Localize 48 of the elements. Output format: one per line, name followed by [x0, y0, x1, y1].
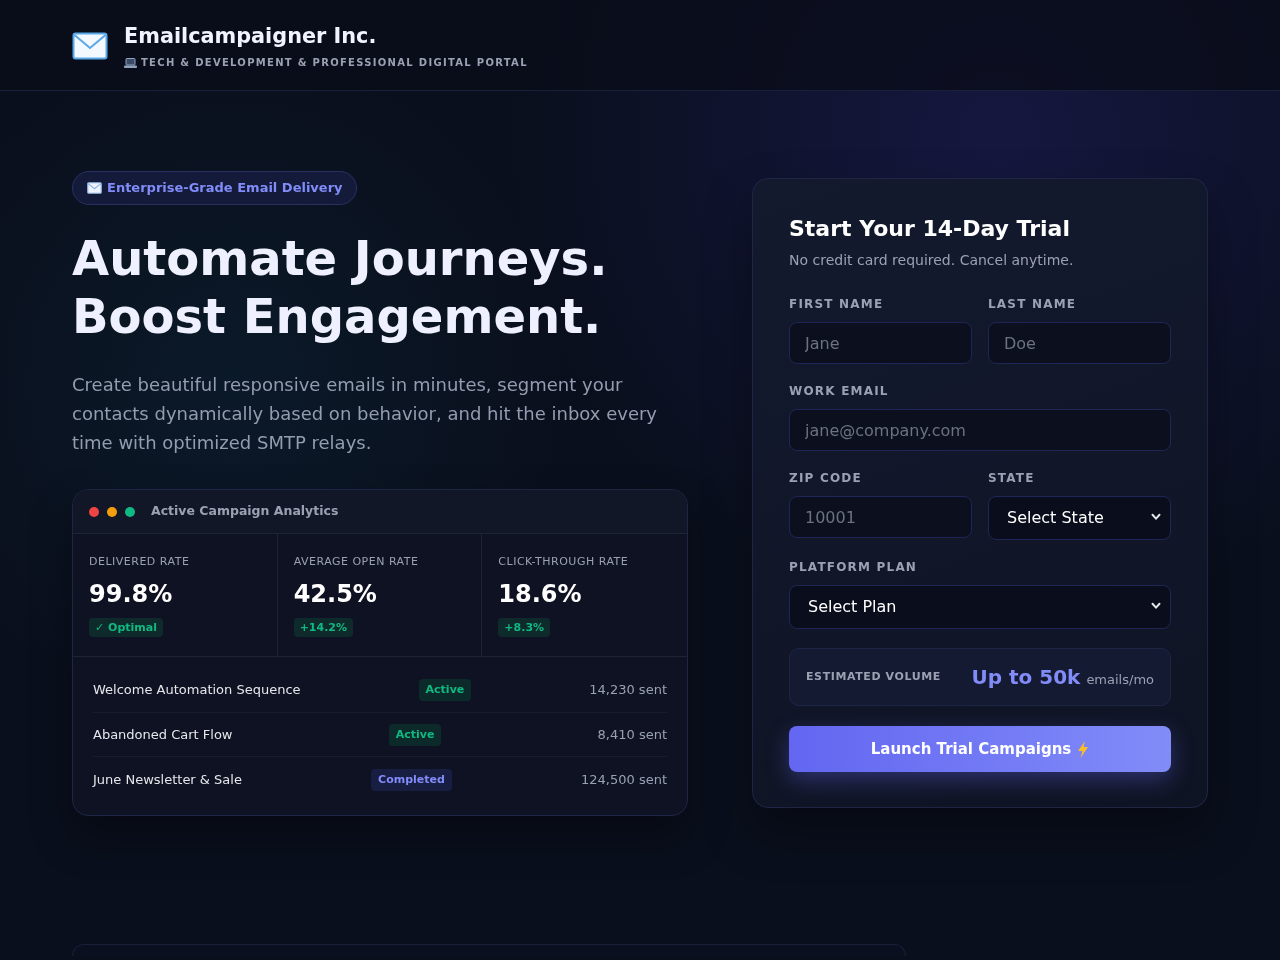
analytics-title: Active Campaign Analytics — [151, 502, 339, 521]
metric-value: 18.6% — [498, 579, 583, 610]
text-input-field[interactable]: jane@company.com — [789, 409, 1171, 452]
metric-change: +14.2% — [293, 618, 354, 638]
field-label: ZIP CODE — [789, 470, 863, 487]
field-label: PLATFORM PLAN — [789, 559, 919, 576]
campaign-name: Abandoned Cart Flow — [93, 725, 233, 744]
metric-value: 42.5% — [293, 579, 378, 610]
form-title: Start Your 14-Day Trial — [789, 215, 1071, 244]
form-subtitle: No credit card required. Cancel anytime. — [789, 251, 1075, 271]
brand-name: Emailcampaigner Inc. — [124, 24, 378, 48]
estimate-label: ESTIMATED VOLUME — [806, 669, 941, 686]
lightning-icon — [1077, 740, 1090, 758]
field-label: LAST NAME — [988, 296, 1078, 313]
launch-trial-button[interactable]: Launch Trial Campaigns — [789, 726, 1171, 773]
text-input-field[interactable]: Jane — [789, 322, 972, 365]
dropdown-field[interactable]: Select Plan — [789, 585, 1171, 630]
chevron-down-icon — [1151, 513, 1161, 522]
campaign-name: Welcome Automation Sequence — [93, 681, 301, 700]
tagline: TECH & DEVELOPMENT & PROFESSIONAL DIGITAL PORTAL — [141, 56, 528, 70]
laptop-icon — [124, 58, 137, 68]
dropdown-field[interactable]: Select State — [988, 496, 1171, 541]
campaign-status: Active — [418, 679, 472, 702]
campaign-status: Active — [388, 723, 442, 746]
feature-badge: Enterprise-Grade Email Delivery — [72, 171, 357, 205]
envelope-icon — [87, 182, 102, 194]
metric-change: +8.3% — [498, 618, 551, 638]
text-input-field[interactable]: Doe — [988, 322, 1171, 365]
metric-label: AVERAGE OPEN RATE — [293, 554, 420, 571]
chevron-down-icon — [1151, 602, 1161, 611]
sent-count: 14,230 sent — [589, 681, 667, 700]
metric-label: DELIVERED RATE — [89, 554, 191, 571]
estimate-unit: emails/mo — [1086, 671, 1154, 690]
field-label: WORK EMAIL — [789, 383, 890, 400]
metric-value: 99.8% — [89, 579, 174, 610]
metric-label: CLICK-THROUGH RATE — [498, 554, 630, 571]
hero-headline: Automate Journeys. Boost Engagement. — [72, 230, 609, 346]
text-input-field[interactable]: 10001 — [789, 496, 972, 539]
sent-count: 124,500 sent — [581, 770, 667, 789]
campaign-name: June Newsletter & Sale — [93, 770, 242, 789]
field-label: FIRST NAME — [789, 296, 885, 313]
sent-count: 8,410 sent — [597, 725, 667, 744]
metric-change: ✓ Optimal — [89, 618, 163, 638]
campaign-status: Completed — [371, 768, 452, 791]
hero-description: Create beautiful responsive emails in minutes, segment your contacts dynamically based on behavior, and hit the inbox every time with optimized SMTP relays. — [72, 373, 659, 455]
estimate-value: Up to 50k — [971, 664, 1081, 692]
field-label: STATE — [988, 470, 1036, 487]
envelope-icon — [72, 32, 108, 60]
